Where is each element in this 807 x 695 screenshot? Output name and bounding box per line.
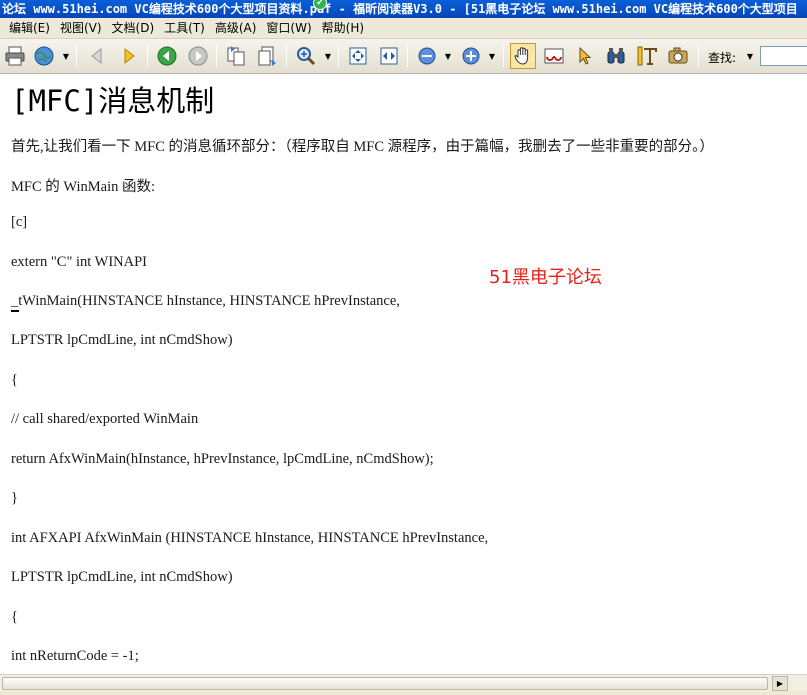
zoom-out-dropdown-arrow[interactable]: ▼ — [443, 43, 453, 69]
magnifier-zoom-icon — [297, 47, 316, 66]
arrow-right-icon — [124, 47, 135, 65]
toolbar: ▼ ▼ ▼ ▼ 查找: ▼ — [0, 39, 807, 74]
web-button[interactable] — [31, 43, 57, 69]
menu-view[interactable]: 视图(V) — [55, 19, 107, 38]
menu-edit[interactable]: 编辑(E) — [4, 19, 55, 38]
doc-line: LPTSTR lpCmdLine, int nCmdShow) — [11, 569, 233, 585]
print-button[interactable] — [2, 43, 28, 69]
scroll-right-button[interactable]: ▶ — [772, 676, 788, 691]
find-input[interactable] — [760, 46, 807, 66]
horizontal-scrollbar[interactable]: ▶ — [0, 674, 807, 691]
find-options-arrow[interactable]: ▼ — [745, 43, 755, 69]
menu-document[interactable]: 文档(D) — [107, 19, 160, 38]
text-tool-icon — [637, 46, 657, 66]
zoom-in-dropdown-arrow[interactable]: ▼ — [487, 43, 497, 69]
doc-line: { — [11, 609, 18, 625]
window-title: 论坛 www.51hei.com VC编程技术600个大型项目资料.pdf - … — [2, 2, 798, 16]
hand-tool-button[interactable] — [510, 43, 536, 69]
zoom-out-button[interactable] — [414, 43, 440, 69]
next-page-button[interactable] — [116, 43, 142, 69]
hand-icon — [514, 47, 529, 65]
menu-advanced[interactable]: 高级(A) — [210, 19, 262, 38]
plus-circle-icon — [462, 47, 480, 65]
typewriter-button[interactable] — [634, 43, 660, 69]
web-dropdown-arrow[interactable]: ▼ — [61, 43, 71, 69]
doc-line: int AFXAPI AfxWinMain (HINSTANCE hInstan… — [11, 530, 489, 546]
back-circle-icon — [157, 46, 177, 66]
doc-line: } — [11, 490, 18, 506]
status-bar — [0, 691, 807, 695]
doc-line: // call shared/exported WinMain — [11, 411, 199, 427]
doc-line: _tWinMain(HINSTANCE hInstance, HINSTANCE… — [11, 293, 400, 309]
arrow-left-icon — [91, 47, 102, 65]
globe-icon — [34, 46, 54, 66]
page-title: [MFC]消息机制 — [11, 84, 215, 118]
doc-line: 首先,让我们看一下 MFC 的消息循环部分：（程序取自 MFC 源程序，由于篇幅… — [11, 139, 714, 155]
camera-icon — [668, 47, 688, 64]
menu-help[interactable]: 帮助(H) — [317, 19, 369, 38]
doc-line: MFC 的 WinMain 函数: — [11, 179, 156, 195]
continuous-page-button[interactable] — [254, 43, 280, 69]
find-label: 查找: — [708, 51, 737, 65]
menu-bar: 编辑(E) 视图(V) 文档(D) 工具(T) 高级(A) 窗口(W) 帮助(H… — [0, 18, 807, 39]
window-title-bar[interactable]: 论坛 www.51hei.com VC编程技术600个大型项目资料.pdf - … — [0, 0, 807, 18]
doc-line: { — [11, 372, 18, 388]
menu-tools[interactable]: 工具(T) — [159, 19, 210, 38]
doc-line: extern "C" int WINAPI — [11, 254, 148, 270]
select-tool-button[interactable] — [572, 43, 598, 69]
go-forward-button[interactable] — [185, 43, 211, 69]
printer-icon — [5, 46, 25, 66]
zoom-in-button[interactable] — [458, 43, 484, 69]
snapshot-button[interactable] — [665, 43, 691, 69]
forward-circle-icon — [188, 46, 208, 66]
page-copy-icon — [258, 46, 276, 66]
fit-page-button[interactable] — [345, 43, 371, 69]
text-cursor — [11, 310, 19, 312]
zoom-dropdown-arrow[interactable]: ▼ — [323, 43, 333, 69]
watermark-text: 51黑电子论坛 — [489, 267, 602, 288]
fit-page-icon — [349, 47, 367, 65]
doc-line: int nReturnCode = -1; — [11, 648, 139, 664]
menu-window[interactable]: 窗口(W) — [261, 19, 316, 38]
zoom-button[interactable] — [293, 43, 319, 69]
go-back-button[interactable] — [154, 43, 180, 69]
doc-line: LPTSTR lpCmdLine, int nCmdShow) — [11, 332, 233, 348]
fit-width-icon — [380, 47, 398, 65]
pages-icon — [227, 46, 245, 66]
doc-line: return AfxWinMain(hInstance, hPrevInstan… — [11, 451, 434, 467]
single-page-button[interactable] — [223, 43, 249, 69]
scrollbar-thumb[interactable] — [2, 677, 768, 690]
cursor-arrow-icon — [579, 46, 592, 65]
glasses-icon — [544, 48, 564, 64]
find-button[interactable] — [603, 43, 629, 69]
fit-width-button[interactable] — [376, 43, 402, 69]
binoculars-icon — [607, 48, 625, 64]
minus-circle-icon — [418, 47, 436, 65]
document-view[interactable]: [MFC]消息机制 51黑电子论坛 首先,让我们看一下 MFC 的消息循环部分：… — [0, 74, 807, 674]
previous-page-button[interactable] — [84, 43, 110, 69]
doc-line: [c] — [11, 214, 28, 230]
select-text-button[interactable] — [541, 43, 567, 69]
